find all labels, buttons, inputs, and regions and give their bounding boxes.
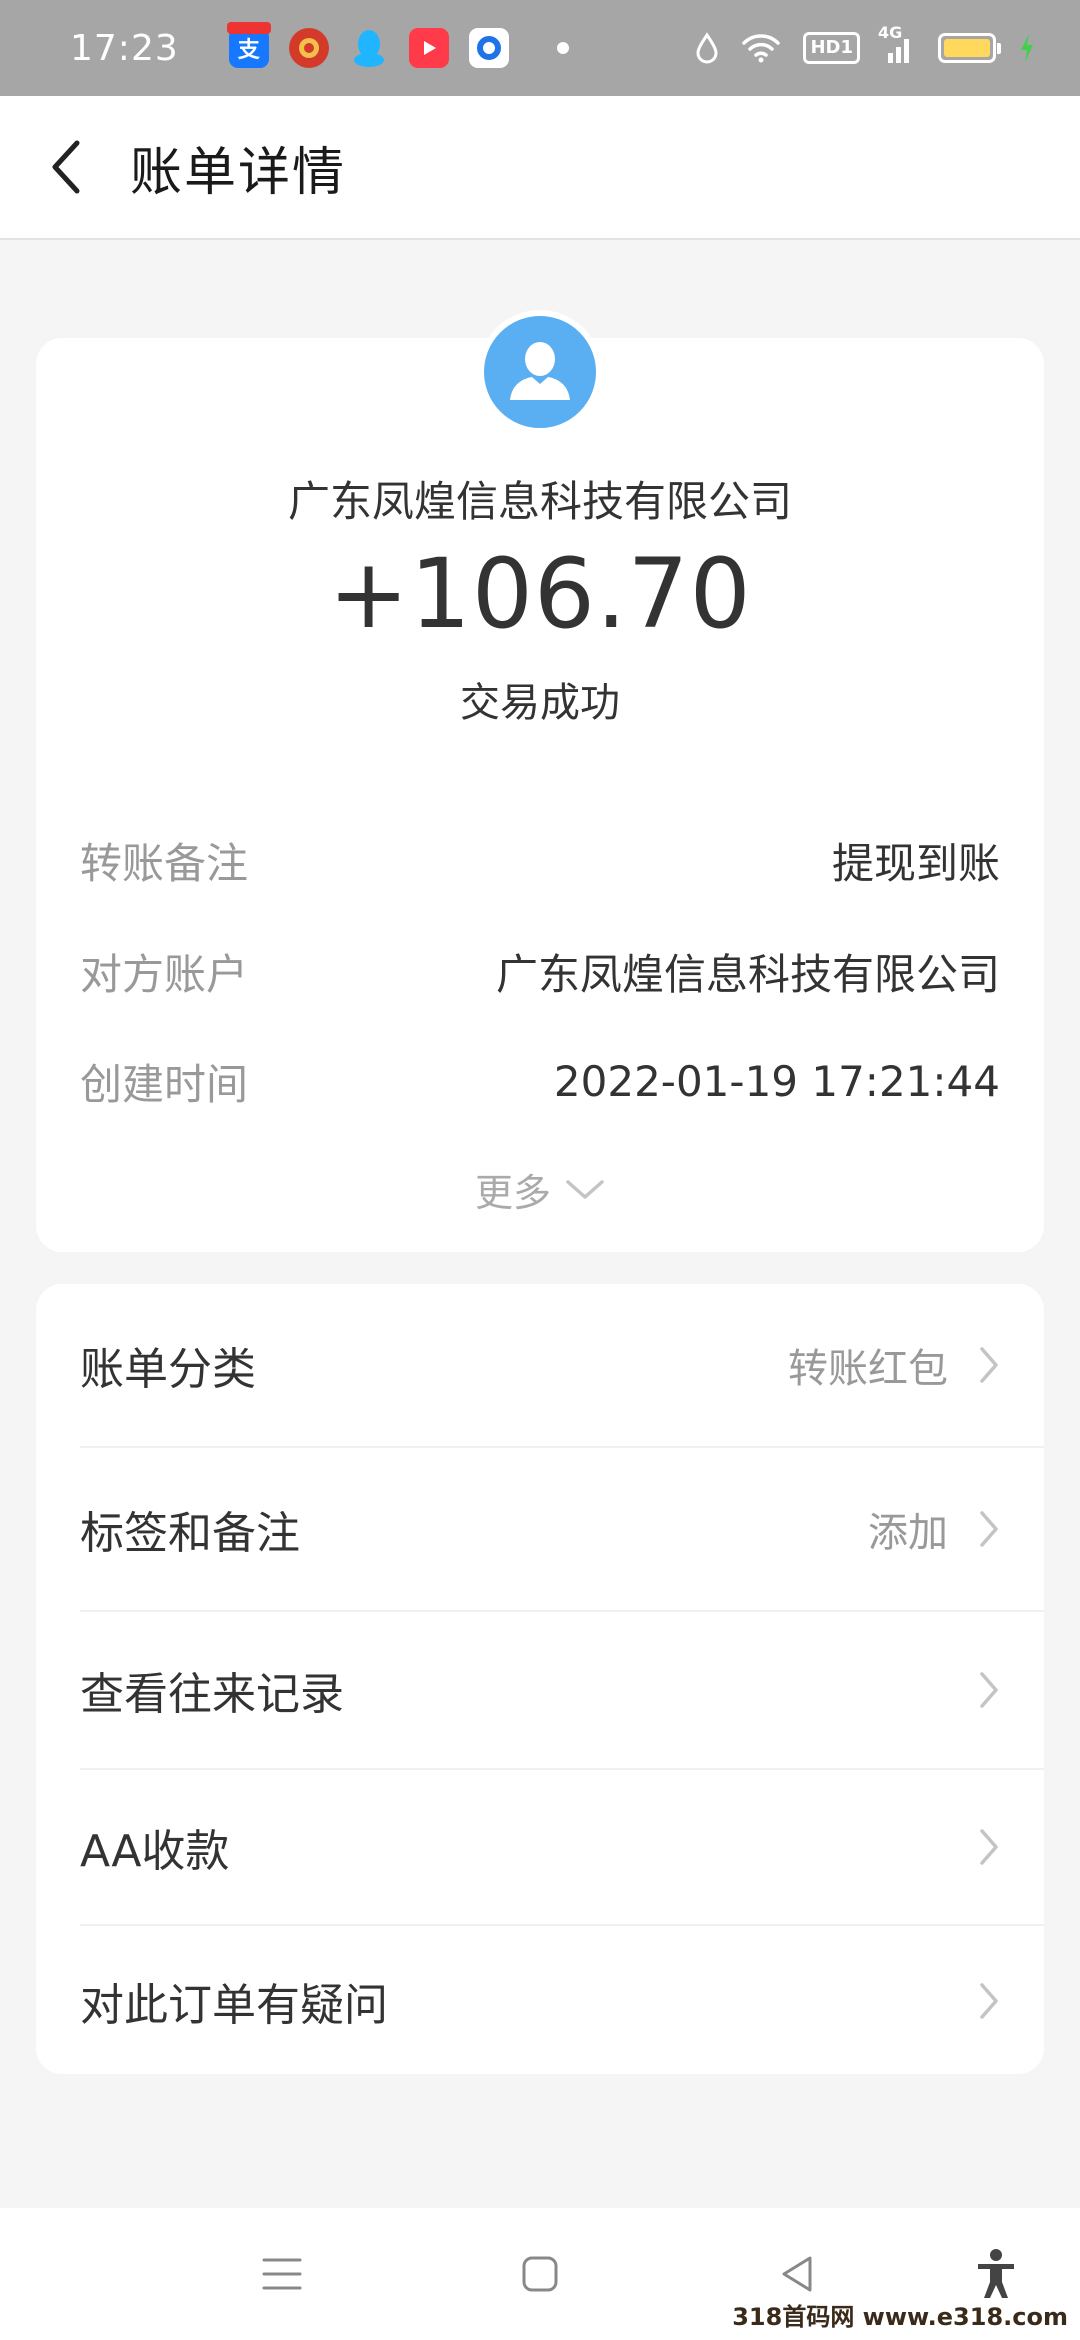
chevron-down-icon [566,1179,604,1199]
header: 账单详情 [0,96,1080,240]
browser-icon [468,28,509,68]
home-icon [522,2256,558,2292]
list-item-label: AA收款 [80,1826,230,1877]
list-item-order-question[interactable]: 对此订单有疑问 [36,1926,1044,2076]
signal-icon: 4G [878,23,916,65]
back-button[interactable] [0,95,130,239]
system-nav-bar: 318首码网 www.e318.com [0,2208,1080,2340]
status-bar: 17:23 支 HD1 4G [0,0,1080,96]
more-notifications-icon [556,42,569,54]
detail-label: 创建时间 [80,1059,249,1109]
alipay-icon: 支 [226,22,271,68]
wifi-icon [742,34,781,63]
transaction-status: 交易成功 [460,680,620,726]
detail-row-created-time: 创建时间 2022-01-19 17:21:44 [80,1051,1000,1111]
detail-value: 提现到账 [831,838,1000,888]
page-title: 账单详情 [130,142,347,203]
chevron-right-icon [978,1981,1000,2021]
detail-row-account: 对方账户 广东凤煌信息科技有限公司 [80,941,1000,1001]
drop-icon [696,32,718,64]
detail-value: 广东凤煌信息科技有限公司 [495,949,1000,999]
list-item-label: 对此订单有疑问 [80,1980,388,2031]
battery-icon [938,33,1001,63]
chevron-right-icon [978,1827,1000,1867]
home-button[interactable] [498,2232,582,2316]
counterparty-name: 广东凤煌信息科技有限公司 [287,477,792,526]
more-label: 更多 [474,1171,551,1215]
list-item-label: 账单分类 [80,1344,256,1395]
amount: +106.70 [328,538,752,650]
list-item-aa-collect[interactable]: AA收款 [36,1770,1044,1924]
detail-row-remark: 转账备注 提现到账 [80,830,1000,890]
system-icons: HD1 4G [695,23,1036,65]
accessibility-icon [978,2249,1014,2298]
menu-button[interactable] [240,2232,324,2316]
list-item-value: 转账红包 [788,1346,948,1392]
user-icon [510,342,570,400]
list-item-value: 添加 [868,1510,948,1556]
detail-label: 转账备注 [80,838,249,888]
list-item-bill-category[interactable]: 账单分类 转账红包 [36,1284,1044,1446]
list-item-label: 查看往来记录 [80,1669,344,1720]
watermark: 318首码网 www.e318.com [732,2303,1068,2331]
menu-icon [262,2258,302,2290]
list-item-transaction-history[interactable]: 查看往来记录 [36,1612,1044,1768]
avatar [478,310,602,434]
emblem-icon [288,28,329,68]
chevron-right-icon [978,1345,1000,1385]
detail-label: 对方账户 [80,949,249,999]
list-item-tags-notes[interactable]: 标签和备注 添加 [36,1448,1044,1610]
hd-badge: HD1 [803,32,860,64]
status-time: 17:23 [70,27,179,69]
notification-icons: 支 [226,22,569,68]
chevron-right-icon [978,1509,1000,1549]
charging-icon [1021,34,1033,62]
qq-icon [349,28,389,68]
chevron-right-icon [978,1670,1000,1710]
more-button[interactable]: 更多 [36,1162,1044,1217]
back-arrow-icon [52,140,80,194]
list-item-label: 标签和备注 [80,1508,300,1559]
video-icon [408,28,449,68]
back-triangle-icon [782,2256,812,2292]
detail-value: 2022-01-19 17:21:44 [553,1056,1000,1106]
